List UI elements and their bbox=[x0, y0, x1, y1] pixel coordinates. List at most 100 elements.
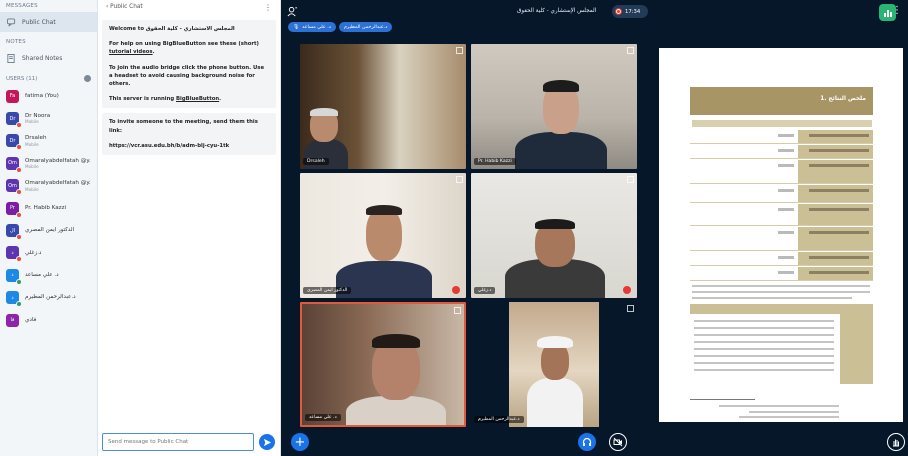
send-button[interactable] bbox=[259, 434, 275, 450]
user-row[interactable]: د د. علي مساعد bbox=[0, 264, 97, 286]
tile-name-label: الدكتور ايمن المصري bbox=[303, 287, 352, 294]
user-toggle-icon[interactable] bbox=[287, 6, 299, 18]
invite-link[interactable]: https://vcr.asu.edu.bh/b/adm-blj-cyu-1tk bbox=[109, 142, 269, 150]
avatar: Dr bbox=[6, 134, 22, 151]
mic-on-icon bbox=[16, 278, 22, 285]
tile-name-label: Drsaleh bbox=[303, 158, 329, 165]
public-chat-nav-item[interactable]: Public Chat bbox=[0, 12, 97, 32]
headphones-icon bbox=[582, 437, 592, 446]
expand-icon[interactable] bbox=[627, 176, 634, 183]
user-row[interactable]: د د.عبدالرحمن المطيرم bbox=[0, 287, 97, 309]
user-row[interactable]: فا فادي bbox=[0, 309, 97, 331]
muted-icon bbox=[452, 286, 460, 294]
expand-icon[interactable] bbox=[454, 307, 461, 314]
record-dot-icon bbox=[615, 8, 622, 15]
slide-table-row bbox=[690, 267, 873, 281]
slide-subheader bbox=[692, 120, 872, 127]
user-row[interactable]: Fa fatima (You) bbox=[0, 85, 97, 107]
welcome-arabic-text: المجلس الاستشاري - كلية الحقوق bbox=[145, 26, 235, 32]
user-name: الدكتور ايمن المصري bbox=[25, 227, 75, 234]
chat-back-button[interactable]: ‹ Public Chat bbox=[106, 4, 143, 10]
talking-pill[interactable]: د.عبدالرحمن المطيرم bbox=[338, 22, 393, 32]
shared-notes-label: Shared Notes bbox=[22, 54, 63, 62]
notes-icon bbox=[6, 53, 16, 63]
meeting-area: المجلس الإستشاري - كلية الحقوق 17:34 ⋮ 🎙… bbox=[281, 0, 908, 456]
user-name: fatima (You) bbox=[25, 92, 59, 99]
user-role: Mobile bbox=[25, 164, 39, 170]
welcome-text: Welcome to bbox=[109, 26, 144, 32]
presentation-slide: 1. ملخص النتائج bbox=[659, 48, 903, 422]
video-off-icon bbox=[613, 437, 623, 447]
slide-table-row bbox=[690, 130, 873, 144]
hand-icon bbox=[893, 439, 899, 447]
user-row[interactable]: Om Omaralyabdelfatah @y... Mobile bbox=[0, 152, 97, 174]
avatar: Dr bbox=[6, 112, 22, 129]
video-tile[interactable]: د.عبدالرحمن المطيرم bbox=[471, 302, 637, 427]
slide-table-row bbox=[690, 185, 873, 203]
video-tile[interactable]: Drsaleh bbox=[300, 44, 466, 169]
user-name: فادي bbox=[25, 316, 37, 323]
user-row[interactable]: Dr Drsaleh Mobile bbox=[0, 130, 97, 152]
slide-table-row bbox=[690, 227, 873, 251]
mic-muted-icon bbox=[16, 189, 22, 196]
mic-muted-icon bbox=[16, 166, 22, 173]
chat-message-input[interactable] bbox=[102, 433, 254, 451]
user-row[interactable]: Om Omaralyabdelfatah @y... Mobile bbox=[0, 175, 97, 197]
invite-text: To invite someone to the meeting, send t… bbox=[109, 119, 258, 134]
invite-message: To invite someone to the meeting, send t… bbox=[102, 113, 276, 156]
kebab-menu-icon[interactable]: ⋮ bbox=[264, 3, 272, 12]
camera-off-button[interactable] bbox=[609, 433, 627, 451]
raise-hand-button[interactable] bbox=[887, 433, 905, 451]
gear-icon[interactable] bbox=[84, 75, 91, 82]
public-chat-label: Public Chat bbox=[22, 18, 56, 26]
talking-indicator: 🎙 د. علي مساعد د.عبدالرحمن المطيرم bbox=[288, 22, 393, 32]
mic-muted-icon bbox=[16, 144, 22, 151]
user-row[interactable]: ال الدكتور ايمن المصري bbox=[0, 219, 97, 241]
recording-indicator[interactable]: 17:34 bbox=[612, 5, 648, 18]
mic-muted-icon bbox=[16, 122, 22, 129]
tile-name-label: د. علي مساعد bbox=[305, 414, 341, 421]
video-tile[interactable]: الدكتور ايمن المصري bbox=[300, 173, 466, 298]
user-name: Drsaleh bbox=[25, 135, 47, 142]
talking-pill[interactable]: 🎙 د. علي مساعد bbox=[288, 22, 336, 32]
expand-icon[interactable] bbox=[627, 47, 634, 54]
video-tile[interactable]: د. علي مساعد bbox=[300, 302, 466, 427]
chat-panel: ‹ Public Chat ⋮ Welcome to المجلس الاستش… bbox=[98, 0, 281, 456]
avatar: Om bbox=[6, 179, 22, 196]
user-name: Omaralyabdelfatah @y... bbox=[25, 157, 91, 164]
user-name: Pr. Habib Kazzi bbox=[25, 204, 67, 211]
tile-name-label: د.عبدالرحمن المطيرم bbox=[474, 416, 524, 423]
bigbluebutton-link[interactable]: BigBlueButton bbox=[176, 96, 219, 102]
tutorial-videos-link[interactable]: tutorial videos bbox=[109, 49, 153, 55]
muted-icon bbox=[623, 286, 631, 294]
users-section-title: USERS (11) bbox=[6, 75, 38, 82]
video-tile[interactable]: د.زغلي bbox=[471, 173, 637, 298]
user-row[interactable]: د د.زغلي bbox=[0, 242, 97, 264]
user-row[interactable]: Pr Pr. Habib Kazzi bbox=[0, 197, 97, 219]
expand-icon[interactable] bbox=[456, 176, 463, 183]
server-running-text: This server is running bbox=[109, 96, 177, 103]
user-name: Omaralyabdelfatah @y... bbox=[25, 179, 91, 186]
audio-headphones-button[interactable] bbox=[578, 433, 596, 451]
user-role: Mobile bbox=[25, 119, 39, 125]
expand-icon[interactable] bbox=[456, 47, 463, 54]
mic-muted-icon bbox=[16, 211, 22, 218]
user-name: Dr Noora bbox=[25, 112, 51, 119]
user-role: Mobile bbox=[25, 186, 39, 192]
avatar: ال bbox=[6, 224, 22, 241]
user-row[interactable]: Dr Dr Noora Mobile bbox=[0, 107, 97, 129]
add-actions-button[interactable]: + bbox=[291, 433, 309, 451]
shared-notes-nav-item[interactable]: Shared Notes bbox=[0, 48, 97, 68]
help-text: For help on using BigBlueButton see thes… bbox=[109, 41, 259, 48]
recording-time: 17:34 bbox=[625, 8, 641, 15]
user-name: د. علي مساعد bbox=[25, 271, 59, 278]
video-tile[interactable]: Pr. Habib Kazzi bbox=[471, 44, 637, 169]
mic-muted-icon bbox=[16, 256, 22, 263]
user-name: د.زغلي bbox=[25, 249, 42, 256]
messages-section-title: MESSAGES bbox=[6, 3, 38, 9]
expand-icon[interactable] bbox=[627, 305, 634, 312]
user-role: Mobile bbox=[25, 141, 39, 147]
slide-table-row bbox=[690, 252, 873, 266]
mic-icon: 🎙 bbox=[293, 24, 300, 30]
avatar: Pr bbox=[6, 201, 22, 218]
